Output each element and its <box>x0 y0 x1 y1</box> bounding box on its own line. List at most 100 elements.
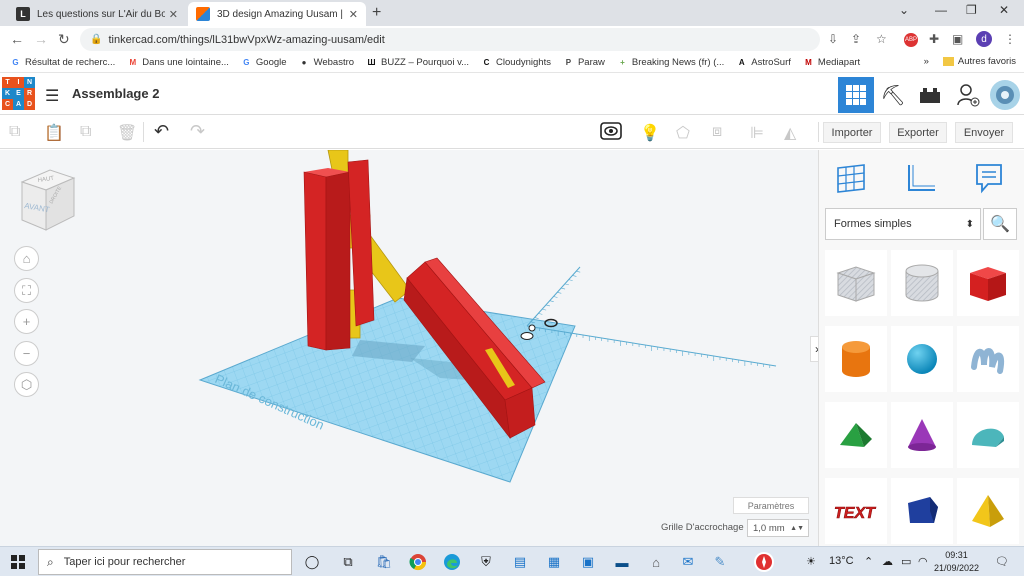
zoom-in-icon[interactable]: + <box>14 309 39 334</box>
edge-icon[interactable] <box>442 552 462 572</box>
ruler-center-handle[interactable] <box>528 324 536 332</box>
bookmark-item[interactable]: M Dans une lointaine... <box>127 57 228 68</box>
ungroup-shape-icon[interactable]: ⧈ <box>712 123 722 141</box>
shape-category-select[interactable]: Formes simples ⬍ <box>825 208 981 240</box>
redo-arrow-icon[interactable]: ↷ <box>190 121 205 142</box>
send-button[interactable]: Envoyer <box>955 122 1013 143</box>
share-icon[interactable]: ⇪ <box>851 32 861 46</box>
show-all-eye-icon[interactable] <box>600 121 622 146</box>
ruler-tool-icon[interactable] <box>903 160 939 196</box>
shape-roof[interactable] <box>825 402 887 468</box>
more-chevron-icon[interactable]: » <box>924 56 929 67</box>
tab-search-chevron-icon[interactable]: ⌄ <box>899 3 909 17</box>
shape-text[interactable]: TEXT <box>825 478 887 544</box>
bookmark-item[interactable]: M Mediapart <box>803 57 860 68</box>
delete-trash-icon[interactable]: 🗑 <box>117 123 137 143</box>
new-tab-plus-icon[interactable]: + <box>372 4 381 22</box>
bookmark-item[interactable]: G Google <box>241 57 286 68</box>
user-avatar[interactable] <box>987 77 1023 113</box>
shape-sphere[interactable] <box>891 326 953 392</box>
temperature[interactable]: 13°C <box>829 555 854 567</box>
chrome-icon[interactable] <box>408 552 428 572</box>
forward-arrow-icon[interactable]: → <box>34 31 48 47</box>
red-column-left[interactable] <box>303 171 327 351</box>
import-button[interactable]: Importer <box>823 122 881 143</box>
taskbar-search-field[interactable]: ⌕ Taper ici pour rechercher <box>38 549 292 575</box>
profile-avatar[interactable]: d <box>976 31 992 47</box>
bookmark-star-icon[interactable]: ☆ <box>876 32 887 46</box>
microsoft-store-icon[interactable]: 🛍 <box>374 552 394 572</box>
shape-pyramid[interactable] <box>957 478 1019 544</box>
ruler-dimension-handle[interactable] <box>520 332 534 340</box>
zoom-out-icon[interactable]: − <box>14 341 39 366</box>
onedrive-icon[interactable]: ☁ <box>882 555 893 568</box>
bricks-icon[interactable] <box>912 77 948 113</box>
file-explorer-app-icon[interactable]: ▤ <box>510 552 530 572</box>
bookmark-item[interactable]: A AstroSurf <box>736 57 791 68</box>
home-app-icon[interactable]: ⌂ <box>646 552 666 572</box>
add-user-icon[interactable] <box>950 77 986 113</box>
photos-app-icon[interactable]: ▦ <box>544 552 564 572</box>
other-favorites[interactable]: » Autres favoris <box>924 56 1016 67</box>
url-field[interactable]: 🔒 tinkercad.com/things/lL31bwVpxWz-amazi… <box>80 28 820 51</box>
tray-chevron-up-icon[interactable]: ⌃ <box>864 555 873 568</box>
paste-clipboard-icon[interactable]: 📋 <box>44 123 64 143</box>
workplane-tool-icon[interactable] <box>833 160 869 196</box>
bookmark-item[interactable]: ● Webastro <box>299 57 354 68</box>
wifi-icon[interactable]: ◠ <box>918 555 928 568</box>
minimize-icon[interactable]: — <box>935 3 947 17</box>
shape-cylinder[interactable] <box>825 326 887 392</box>
red-column-right[interactable] <box>325 171 351 351</box>
shape-cylinder-hole[interactable] <box>891 250 953 316</box>
maximize-icon[interactable]: ❐ <box>966 3 977 17</box>
project-title[interactable]: Assemblage 2 <box>72 86 159 101</box>
export-button[interactable]: Exporter <box>889 122 947 143</box>
notes-tool-icon[interactable] <box>971 160 1007 196</box>
battery-icon[interactable]: ▭ <box>901 555 911 568</box>
parameters-button[interactable]: Paramètres <box>733 497 809 514</box>
tools-app-icon[interactable]: ✎ <box>710 552 730 572</box>
red-app-icon[interactable] <box>754 552 774 572</box>
adblock-extension-icon[interactable]: ABP <box>904 33 918 47</box>
shape-round-roof[interactable] <box>957 402 1019 468</box>
group-shape-icon[interactable]: ⬠ <box>676 123 690 143</box>
notifications-icon[interactable]: 🗨 <box>995 555 1009 568</box>
3d-view-grid-icon[interactable] <box>838 77 874 113</box>
tinkercad-logo[interactable]: TINKERCAD <box>2 77 35 110</box>
design-menu-icon[interactable]: ☰ <box>45 86 59 106</box>
bookmark-item[interactable]: C Cloudynights <box>481 57 551 68</box>
align-icon[interactable]: ⊫ <box>750 123 764 143</box>
shape-scribble[interactable] <box>957 326 1019 392</box>
browser-tab-tinkercad[interactable]: 3D design Amazing Uusam | Tink ✕ <box>188 2 366 26</box>
shape-polygon[interactable] <box>891 478 953 544</box>
weather-icon[interactable]: ☀ <box>806 555 816 568</box>
media-app-icon[interactable]: ▬ <box>612 552 632 572</box>
close-tab-icon[interactable]: ✕ <box>349 8 358 21</box>
close-tab-icon[interactable]: ✕ <box>169 8 178 21</box>
blocks-pickaxe-icon[interactable]: ⛏ <box>875 77 911 113</box>
kebab-menu-icon[interactable]: ⋮ <box>1004 32 1016 46</box>
calendar-app-icon[interactable]: ▣ <box>578 552 598 572</box>
cortana-icon[interactable]: ◯ <box>302 552 322 572</box>
duplicate-icon[interactable]: ⧉ <box>80 123 91 141</box>
mail-app-icon[interactable]: ✉ <box>678 552 698 572</box>
search-shapes-button[interactable]: 🔍 <box>983 208 1017 240</box>
bookmark-item[interactable]: P Paraw <box>563 57 605 68</box>
browser-tab-air-du-bois[interactable]: L Les questions sur L'Air du Bois ✕ <box>8 2 186 26</box>
reload-icon[interactable]: ↻ <box>58 31 70 48</box>
copy-icon[interactable]: ⧉ <box>9 123 20 141</box>
shape-cone[interactable] <box>891 402 953 468</box>
3d-scene[interactable]: Plan de construction <box>0 150 818 546</box>
bookmark-item[interactable]: Ш BUZZ – Pourquoi v... <box>366 57 470 68</box>
bookmark-item[interactable]: G Résultat de recherc... <box>10 57 115 68</box>
system-clock[interactable]: 09:31 21/09/2022 <box>934 549 979 575</box>
mirror-icon[interactable]: ◭ <box>784 123 796 143</box>
extensions-puzzle-icon[interactable]: ✚ <box>929 32 939 46</box>
3d-workplane-viewport[interactable]: Plan de construction HAUT AVANT DROITE ⌂… <box>0 150 818 546</box>
orthographic-view-icon[interactable]: ⬡ <box>14 372 39 397</box>
bookmark-item[interactable]: + Breaking News (fr) (... <box>617 57 724 68</box>
shape-box[interactable] <box>957 250 1019 316</box>
security-shield-icon[interactable]: ⛨ <box>476 552 496 572</box>
snap-grid-select[interactable]: 1,0 mm ▲▼ <box>747 519 809 537</box>
windows-start-icon[interactable] <box>11 555 25 569</box>
